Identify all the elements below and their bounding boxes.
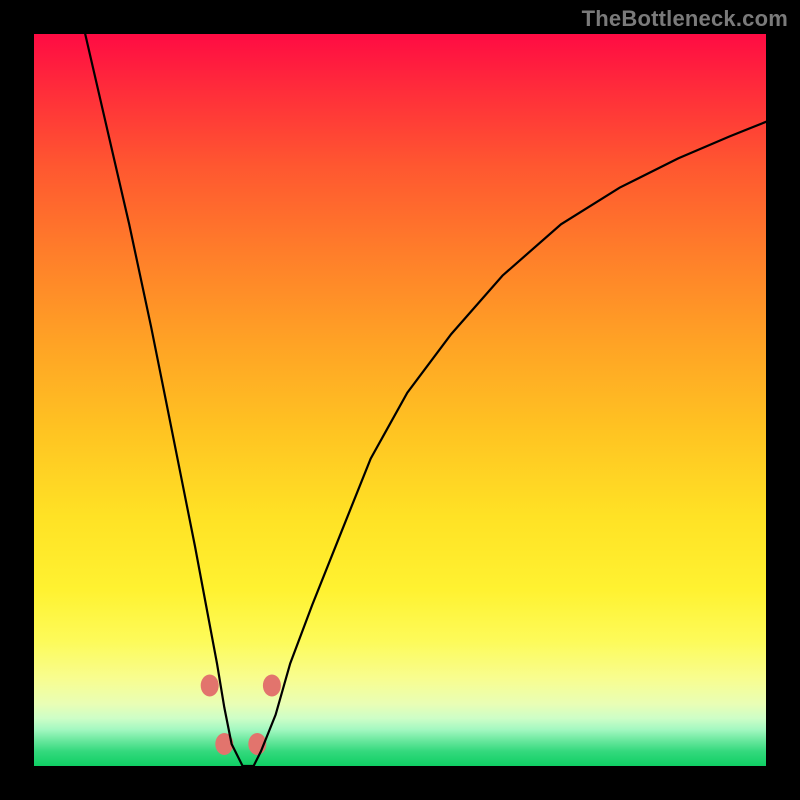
plot-area — [34, 34, 766, 766]
markers-group — [201, 675, 281, 756]
watermark-text: TheBottleneck.com — [582, 6, 788, 32]
chart-frame: TheBottleneck.com — [0, 0, 800, 800]
left-upper-marker — [201, 675, 219, 697]
curve-layer — [34, 34, 766, 766]
right-upper-marker — [263, 675, 281, 697]
bottleneck-curve — [85, 34, 766, 766]
